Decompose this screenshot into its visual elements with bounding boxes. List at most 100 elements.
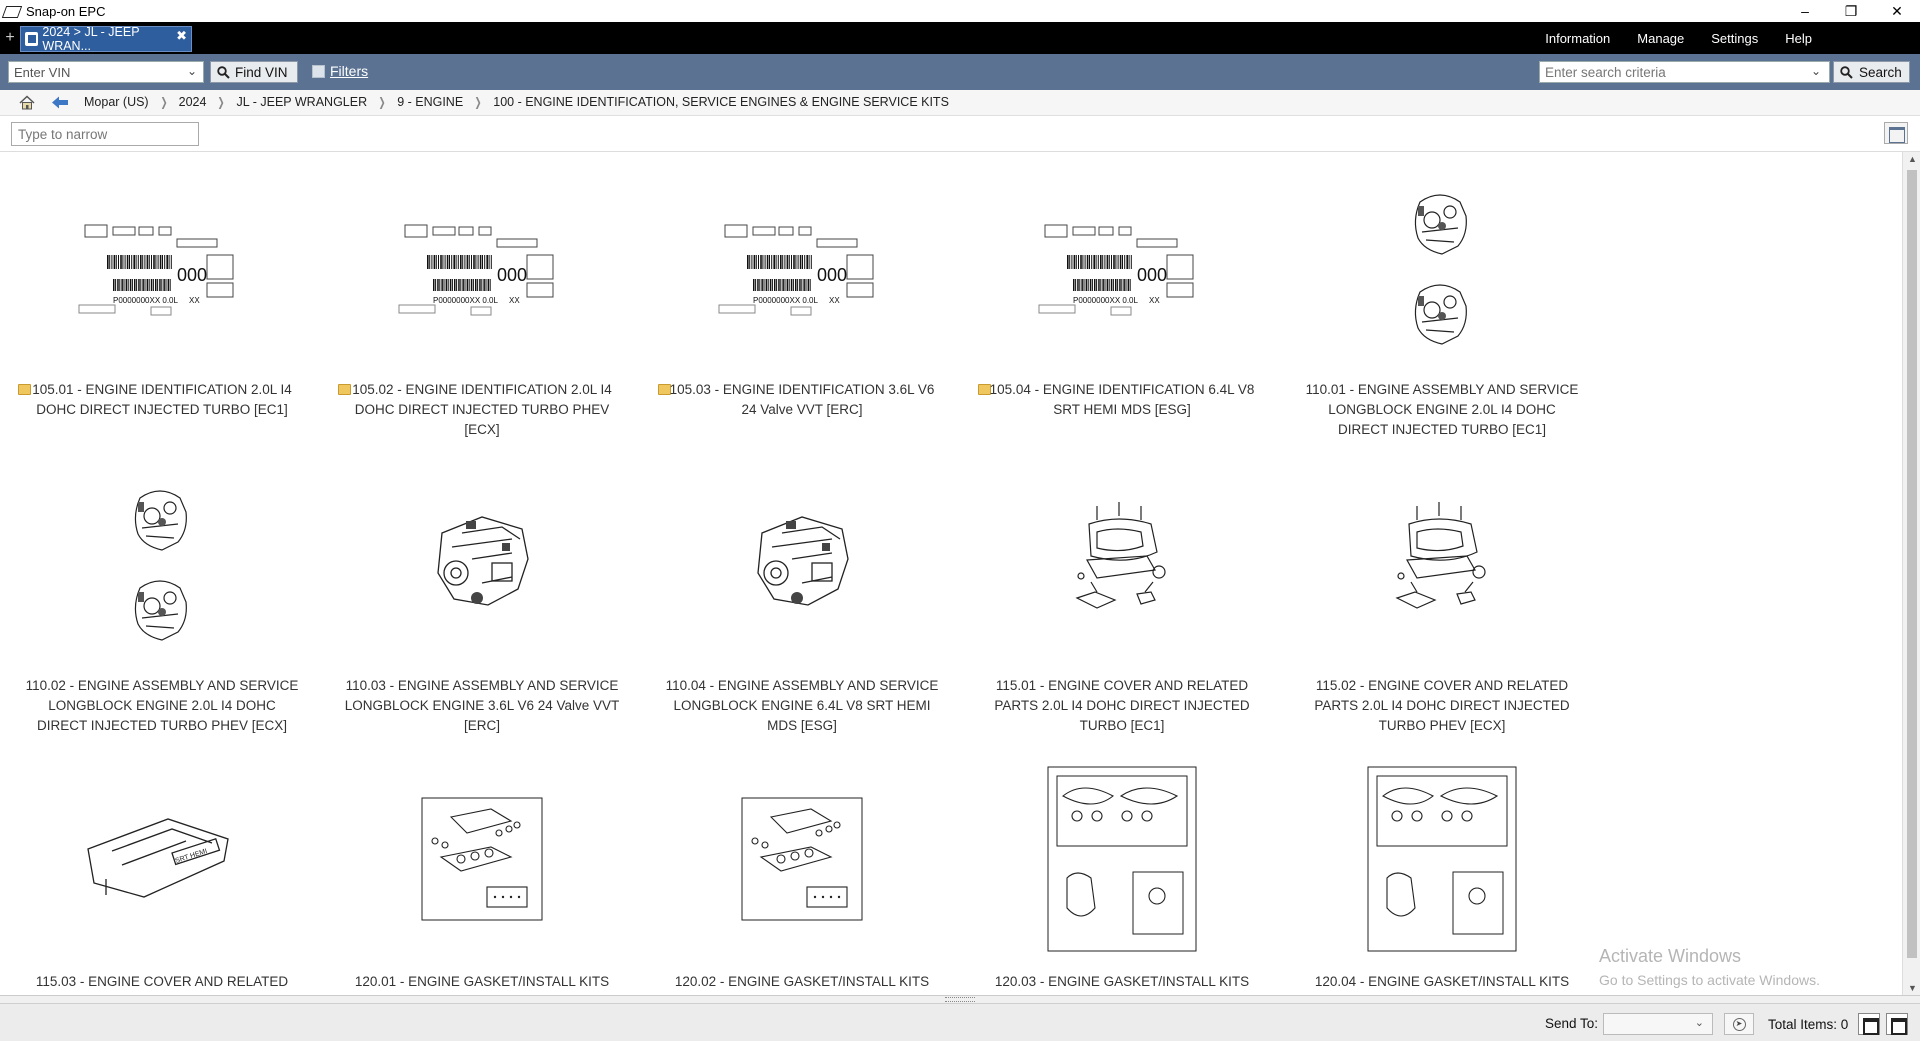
illustration-caption[interactable]: 110.01 - ENGINE ASSEMBLY AND SERVICE LON… — [1302, 380, 1582, 440]
svg-text:XX: XX — [829, 296, 840, 305]
breadcrumb-year[interactable]: 2024 — [179, 95, 207, 109]
minimize-button[interactable]: – — [1782, 0, 1828, 22]
illustration-card[interactable]: 120.04 - ENGINE GASKET/INSTALL KITS 6.4L — [1282, 744, 1602, 995]
menu-manage[interactable]: Manage — [1637, 31, 1684, 46]
svg-text:000: 000 — [497, 265, 527, 285]
menu-help[interactable]: Help — [1785, 31, 1812, 46]
search-input[interactable]: Enter search criteria ⌄ — [1539, 61, 1830, 83]
filters-checkbox[interactable] — [312, 64, 325, 78]
illustration-thumbnail[interactable] — [1022, 468, 1222, 658]
scroll-down-icon[interactable]: ▼ — [1908, 983, 1917, 993]
vin-input-placeholder: Enter VIN — [14, 65, 71, 80]
svg-text:000: 000 — [817, 265, 847, 285]
chevron-right-icon: ❯ — [217, 95, 226, 109]
illustration-thumbnail[interactable] — [62, 468, 262, 658]
illustration-thumbnail[interactable]: 000 P0000000XX 0.0L XX — [702, 172, 902, 362]
vin-input[interactable]: Enter VIN ⌄ — [8, 61, 204, 83]
vertical-scrollbar[interactable]: ▲ ▼ — [1902, 152, 1920, 995]
chevron-down-icon[interactable]: ⌄ — [1695, 1016, 1704, 1029]
narrow-bar: Type to narrow — [0, 116, 1920, 152]
illustration-card[interactable]: SRT HEMI 115.03 - ENGINE COVER AND RELAT… — [2, 744, 322, 995]
back-arrow-icon[interactable] — [51, 95, 69, 110]
home-icon[interactable] — [19, 95, 35, 110]
breadcrumb-catalog[interactable]: Mopar (US) — [84, 95, 149, 109]
illustration-card[interactable]: 110.04 - ENGINE ASSEMBLY AND SERVICE LON… — [642, 448, 962, 744]
view-toggle-button[interactable] — [1884, 122, 1908, 144]
illustration-card[interactable]: 120.02 - ENGINE GASKET/INSTALL KITS 2.0L — [642, 744, 962, 995]
illustration-card[interactable]: 110.03 - ENGINE ASSEMBLY AND SERVICE LON… — [322, 448, 642, 744]
tab-close-icon[interactable]: ✖ — [176, 28, 187, 44]
filters-toggle[interactable]: Filters — [312, 63, 368, 79]
search-button[interactable]: Search — [1833, 61, 1910, 83]
illustration-caption[interactable]: 105.01 - ENGINE IDENTIFICATION 2.0L I4 D… — [22, 380, 302, 420]
illustration-card[interactable]: 115.02 - ENGINE COVER AND RELATED PARTS … — [1282, 448, 1602, 744]
illustration-thumbnail[interactable] — [1342, 764, 1542, 954]
illustration-caption[interactable]: 105.04 - ENGINE IDENTIFICATION 6.4L V8 S… — [982, 380, 1262, 420]
illustration-caption[interactable]: 110.02 - ENGINE ASSEMBLY AND SERVICE LON… — [22, 676, 302, 736]
svg-text:000: 000 — [177, 265, 207, 285]
scroll-up-icon[interactable]: ▲ — [1908, 154, 1917, 164]
illustration-thumbnail[interactable]: 000 P0000000XX 0.0L XX — [382, 172, 582, 362]
illustration-caption[interactable]: 110.04 - ENGINE ASSEMBLY AND SERVICE LON… — [662, 676, 942, 736]
scrollbar-thumb[interactable] — [1907, 170, 1917, 958]
illustration-caption[interactable]: 110.03 - ENGINE ASSEMBLY AND SERVICE LON… — [342, 676, 622, 736]
illustration-caption[interactable]: 120.02 - ENGINE GASKET/INSTALL KITS 2.0L — [662, 972, 942, 995]
pane-splitter[interactable] — [0, 995, 1920, 1003]
chevron-down-icon[interactable]: ⌄ — [187, 64, 197, 78]
send-to-select[interactable]: ⌄ — [1603, 1013, 1713, 1035]
illustration-thumbnail[interactable] — [382, 764, 582, 954]
svg-text:000: 000 — [1137, 265, 1167, 285]
find-vin-button[interactable]: Find VIN — [210, 61, 298, 83]
illustration-thumbnail[interactable]: 000 P0000000XX 0.0L XX — [1022, 172, 1222, 362]
illustration-caption[interactable]: 120.03 - ENGINE GASKET/INSTALL KITS 3.6L — [982, 972, 1262, 995]
splitter-grip[interactable] — [945, 997, 975, 1002]
menu-information[interactable]: Information — [1545, 31, 1610, 46]
illustration-thumbnail[interactable] — [1342, 468, 1542, 658]
illustration-thumbnail[interactable] — [702, 468, 902, 658]
illustration-thumbnail[interactable]: 000 P0000000XX 0.0L XX — [62, 172, 262, 362]
illustration-card[interactable]: 120.01 - ENGINE GASKET/INSTALL KITS 2.0L — [322, 744, 642, 995]
illustration-caption[interactable]: 105.02 - ENGINE IDENTIFICATION 2.0L I4 D… — [342, 380, 622, 440]
breadcrumb: Mopar (US) ❯ 2024 ❯ JL - JEEP WRANGLER ❯… — [0, 90, 1920, 116]
illustration-caption[interactable]: 105.03 - ENGINE IDENTIFICATION 3.6L V6 2… — [662, 380, 942, 420]
breadcrumb-model[interactable]: JL - JEEP WRANGLER — [237, 95, 368, 109]
illustration-card[interactable]: 000 P0000000XX 0.0L XX 105.03 - ENGINE I… — [642, 152, 962, 448]
illustration-card[interactable]: 000 P0000000XX 0.0L XX 105.01 - ENGINE I… — [2, 152, 322, 448]
illustration-card[interactable]: 000 P0000000XX 0.0L XX 105.02 - ENGINE I… — [322, 152, 642, 448]
app-title: Snap-on EPC — [26, 3, 106, 19]
breadcrumb-section[interactable]: 100 - ENGINE IDENTIFICATION, SERVICE ENG… — [493, 95, 949, 109]
illustration-card[interactable]: 110.01 - ENGINE ASSEMBLY AND SERVICE LON… — [1282, 152, 1602, 448]
vin-search-bar: Enter VIN ⌄ Find VIN Filters Enter searc… — [0, 54, 1920, 90]
illustration-caption[interactable]: 120.04 - ENGINE GASKET/INSTALL KITS 6.4L — [1302, 972, 1582, 995]
restore-button[interactable]: ❐ — [1828, 0, 1874, 22]
window-titlebar: Snap-on EPC – ❐ ✕ — [0, 0, 1920, 22]
tab-jeep-wrangler[interactable]: 2024 > JL - JEEP WRAN... ✖ — [20, 25, 192, 53]
total-items-count: Total Items: 0 — [1768, 1017, 1849, 1032]
illustration-card[interactable]: 115.01 - ENGINE COVER AND RELATED PARTS … — [962, 448, 1282, 744]
illustration-thumbnail[interactable] — [382, 468, 582, 658]
send-go-button[interactable]: ➤ — [1724, 1013, 1754, 1035]
illustration-card[interactable]: 110.02 - ENGINE ASSEMBLY AND SERVICE LON… — [2, 448, 322, 744]
illustration-card[interactable]: 000 P0000000XX 0.0L XX 105.04 - ENGINE I… — [962, 152, 1282, 448]
menu-settings[interactable]: Settings — [1711, 31, 1758, 46]
narrow-placeholder: Type to narrow — [18, 127, 108, 142]
send-to-label: Send To: — [1545, 1016, 1599, 1031]
illustration-caption[interactable]: 120.01 - ENGINE GASKET/INSTALL KITS 2.0L — [342, 972, 622, 995]
search-label: Search — [1859, 64, 1902, 80]
breadcrumb-group[interactable]: 9 - ENGINE — [397, 95, 463, 109]
close-window-button[interactable]: ✕ — [1874, 0, 1920, 22]
svg-text:P0000000XX 0.0L: P0000000XX 0.0L — [113, 296, 178, 305]
narrow-input[interactable]: Type to narrow — [11, 122, 199, 146]
illustration-thumbnail[interactable] — [702, 764, 902, 954]
window-cascade-icon[interactable] — [1858, 1013, 1880, 1035]
illustration-thumbnail[interactable] — [1022, 764, 1222, 954]
illustration-card[interactable]: 120.03 - ENGINE GASKET/INSTALL KITS 3.6L — [962, 744, 1282, 995]
chevron-down-icon[interactable]: ⌄ — [1811, 64, 1821, 78]
illustration-caption[interactable]: 115.01 - ENGINE COVER AND RELATED PARTS … — [982, 676, 1262, 736]
new-tab-button[interactable]: + — [0, 29, 20, 47]
illustration-caption[interactable]: 115.02 - ENGINE COVER AND RELATED PARTS … — [1302, 676, 1582, 736]
illustration-thumbnail[interactable] — [1342, 172, 1542, 362]
illustration-thumbnail[interactable]: SRT HEMI — [62, 764, 262, 954]
window-maximize-icon[interactable] — [1886, 1013, 1908, 1035]
illustration-caption[interactable]: 115.03 - ENGINE COVER AND RELATED PARTS — [22, 972, 302, 995]
